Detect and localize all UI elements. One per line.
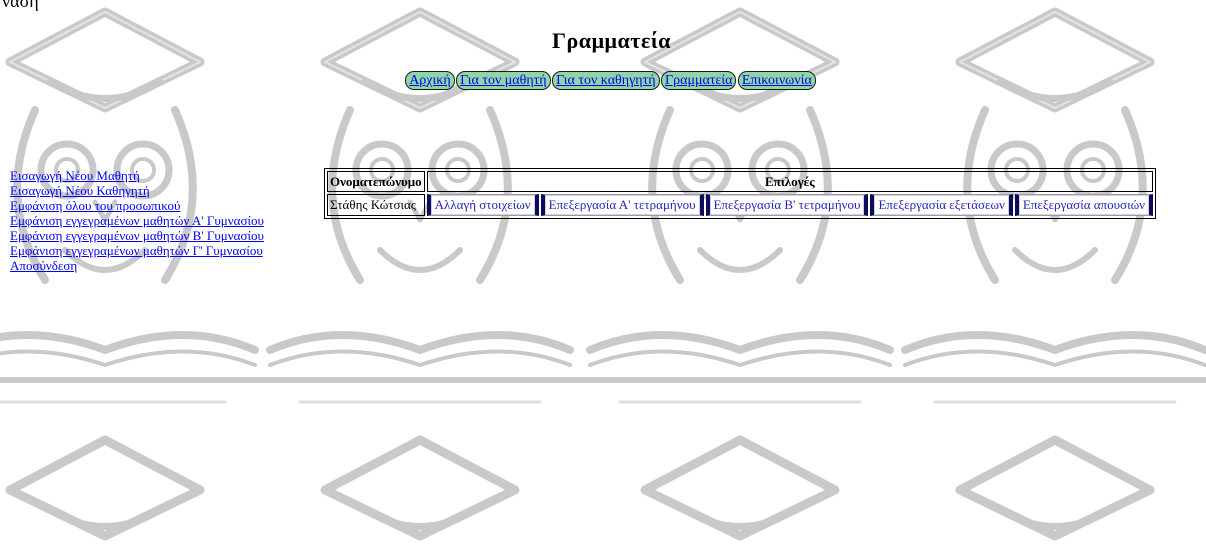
edit-exams-button[interactable]: Επεξεργασία εξετάσεων [870, 194, 1013, 216]
cell-edit-exams: Επεξεργασία εξετάσεων [870, 194, 1013, 216]
nav-link-for-student[interactable]: Για τον μαθητή [456, 71, 551, 90]
cell-edit-term-b: Επεξεργασία Β' τετραμήνου [705, 194, 869, 216]
table-header-row: Ονοματεπώνυμο Επιλογές [327, 171, 1153, 192]
edit-absences-button[interactable]: Επεξεργασία απουσιών [1014, 194, 1153, 216]
cell-staff-name: Στάθης Κώτσιας [327, 194, 425, 216]
sidebar-link-show-students-c[interactable]: Εμφάνιση εγγεγραμένων μαθητών Γ' Γυμνασί… [10, 243, 264, 258]
nav-link-secretariat[interactable]: Γραμματεία [661, 71, 737, 90]
cell-edit-details: Αλλαγή στοιχείων [426, 194, 539, 216]
cell-edit-absences: Επεξεργασία απουσιών [1014, 194, 1153, 216]
partial-header-text: ναση [2, 0, 39, 11]
sidebar-link-logout[interactable]: Αποσύνδεση [10, 258, 264, 273]
sidebar-link-add-teacher[interactable]: Εισαγωγή Νέου Καθηγητή [10, 183, 264, 198]
edit-details-button[interactable]: Αλλαγή στοιχείων [426, 194, 539, 216]
sidebar-link-show-students-a[interactable]: Εμφάνιση εγγεγραμένων μαθητών Α' Γυμνασί… [10, 213, 264, 228]
cell-edit-term-a: Επεξεργασία Α' τετραμήνου [540, 194, 704, 216]
edit-term-b-button[interactable]: Επεξεργασία Β' τετραμήνου [705, 194, 869, 216]
sidebar-link-show-students-b[interactable]: Εμφάνιση εγγεγραμένων μαθητών Β' Γυμνασί… [10, 228, 264, 243]
table-row: Στάθης Κώτσιας Αλλαγή στοιχείων Επεξεργα… [327, 194, 1153, 216]
main-navigation: Αρχική Για τον μαθητή Για τον καθηγητή Γ… [0, 71, 1206, 90]
staff-table: Ονοματεπώνυμο Επιλογές Στάθης Κώτσιας Αλ… [324, 168, 1156, 219]
column-header-options: Επιλογές [426, 171, 1153, 192]
sidebar-menu: Εισαγωγή Νέου Μαθητή Εισαγωγή Νέου Καθηγ… [10, 168, 264, 273]
sidebar-link-add-student[interactable]: Εισαγωγή Νέου Μαθητή [10, 168, 264, 183]
nav-link-contact[interactable]: Επικοινωνία [737, 71, 816, 90]
column-header-name: Ονοματεπώνυμο [327, 171, 425, 192]
nav-link-for-teacher[interactable]: Για τον καθηγητή [552, 71, 660, 90]
sidebar-link-show-all-staff[interactable]: Εμφάνιση όλου του προσωπικού [10, 198, 264, 213]
edit-term-a-button[interactable]: Επεξεργασία Α' τετραμήνου [540, 194, 704, 216]
page-title: Γραμματεία [552, 28, 671, 53]
nav-link-home[interactable]: Αρχική [405, 71, 455, 90]
